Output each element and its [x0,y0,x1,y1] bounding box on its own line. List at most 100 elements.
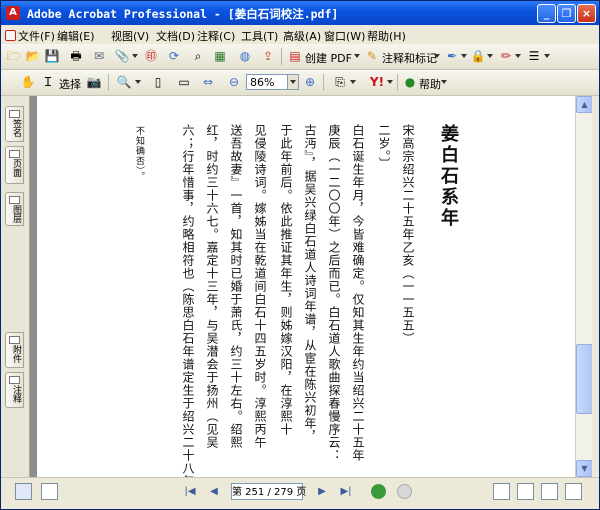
lock-button[interactable]: 🔒 [469,47,487,65]
previous-view-button[interactable] [371,484,386,499]
facing-view-button[interactable] [541,483,558,500]
text-column: 不知确否）。 [134,126,144,182]
email-button[interactable]: ✉ [90,47,108,65]
zoom-dropdown-button[interactable] [287,74,299,90]
open-button[interactable]: 📂 [24,47,42,65]
pane-splitter[interactable] [592,96,599,477]
yahoo-dropdown-arrow[interactable] [387,80,393,84]
hand-tool-button[interactable]: ✋ [19,73,37,91]
create-pdf-label[interactable]: 创建 PDF [305,50,352,66]
zoom-in-icon: ⊕ [304,75,316,89]
tab-pages[interactable]: 页面 [5,146,24,184]
zoom-tool-button[interactable]: 🔍 [115,73,133,91]
tab-comments[interactable]: 注释 [5,372,24,408]
comment-dropdown-arrow[interactable] [434,54,440,58]
menu-window[interactable]: 窗口(W) [324,28,365,44]
menu-tools[interactable]: 工具(T) [241,28,278,44]
text-column: 六；行年惜事，约略相符也（陈思白石年谱定生于绍兴二十八年 [181,124,195,488]
pdf-page[interactable]: 姜白石系年 宋高宗绍兴二十五年乙亥（一一五五） 二岁。〕 白石诞生年月，今皆难确… [37,96,575,488]
next-page-button[interactable]: ▶ [314,484,330,500]
sign-button[interactable]: ✒ [443,47,461,65]
text-column: 送吾故妻』一首，知其时已婚于萧氏，约三十左右。绍熙 [229,124,243,449]
menu-help[interactable]: 帮助(H) [367,28,406,44]
fit-page-icon: ▭ [178,75,190,89]
pen-dropdown-arrow[interactable] [515,54,521,58]
rotate-view-button[interactable]: ⎘ [331,73,349,91]
help-label[interactable]: 帮助 [419,76,441,92]
menu-document[interactable]: 文档(D) [156,28,195,44]
fit-page-button[interactable]: ▭ [175,73,193,91]
lock-dropdown-arrow[interactable] [487,54,493,58]
secure-button[interactable]: ㊞ [142,47,160,65]
zoom-tool-dropdown-arrow[interactable] [135,80,141,84]
previous-page-button[interactable]: ◀ [206,484,222,500]
acrobat-icon[interactable]: A [6,6,20,20]
snapshot-button[interactable]: 📷 [85,73,103,91]
binoculars-icon: ⌕ [194,49,202,63]
chevron-down-icon [290,80,296,84]
window-title: Adobe Acrobat Professional - [姜白石词校注.pdf… [27,7,339,21]
select-tool-icon-button[interactable]: Ｉ [39,73,57,91]
paperclip-icon: 📎 [114,49,130,63]
scroll-down-button[interactable]: ▼ [576,460,593,477]
open-folder-icon: 📂 [25,49,41,63]
create-pdf-from-file-button[interactable]: 🗁 [5,47,23,65]
fit-width-button[interactable]: ⇔ [199,73,217,91]
attach-dropdown-arrow[interactable] [132,54,138,58]
menu-edit[interactable]: 编辑(E) [57,28,95,44]
comment-markup-label[interactable]: 注释和标记 [382,50,437,66]
close-button[interactable]: × [577,4,596,23]
save-icon: 💾 [44,49,60,63]
help-icon-button[interactable]: ● [401,73,419,91]
menu-advanced[interactable]: 高级(A) [283,28,321,44]
tab-attachments[interactable]: 附件 [5,332,24,368]
page-heading: 姜白石系年 [438,124,459,229]
actual-size-button[interactable]: ▯ [149,73,167,91]
create-pdf-icon-button[interactable]: ▤ [286,47,304,65]
review-button[interactable]: ⟳ [165,47,183,65]
page-number-field[interactable]: 第 251 / 279 页 [231,483,306,500]
create-pdf-dropdown-arrow[interactable] [354,54,360,58]
page-thumbnail-icon[interactable] [15,483,32,500]
minimize-button[interactable]: _ [537,4,556,23]
comment-markup-icon-button[interactable]: ✎ [363,47,381,65]
comment-icon: ✎ [366,49,378,63]
organizer-icon: ▦ [214,49,226,63]
save-button[interactable]: 💾 [43,47,61,65]
upload-button[interactable]: ⇪ [259,47,277,65]
zoom-out-button[interactable]: ⊖ [225,73,243,91]
yahoo-toolbar-button[interactable]: Y! [368,73,386,91]
pen-button[interactable]: ✏ [497,47,515,65]
last-page-button[interactable]: ▶| [338,484,354,500]
scroll-thumb[interactable] [576,344,593,414]
menu-file[interactable]: 文件(F) [5,28,55,44]
zoom-percent-field[interactable]: 86% [246,74,288,90]
zoom-in-button[interactable]: ⊕ [301,73,319,91]
sign-dropdown-arrow[interactable] [461,54,467,58]
first-page-button[interactable]: |◀ [182,484,198,500]
single-page-view-button[interactable] [493,483,510,500]
forms-dropdown-arrow[interactable] [544,54,550,58]
forms-button[interactable]: ☰ [525,47,543,65]
scroll-up-button[interactable]: ▲ [576,96,593,113]
continuous-facing-view-button[interactable] [565,483,582,500]
menu-comments[interactable]: 注释(C) [197,28,235,44]
vertical-scrollbar[interactable]: ▲ ▼ [575,96,593,477]
next-view-button[interactable] [397,484,412,499]
select-tool-label[interactable]: 选择 [59,76,81,92]
signature-tab-icon [9,110,20,118]
attach-button[interactable]: 📎 [113,47,131,65]
continuous-view-button[interactable] [517,483,534,500]
restore-button[interactable]: ❐ [557,4,576,23]
tab-signatures[interactable]: 签名 [5,106,24,142]
organizer-button[interactable]: ▦ [211,47,229,65]
tab-layers[interactable]: 图层 [5,192,24,226]
web-button[interactable]: ◍ [236,47,254,65]
document-properties-icon[interactable] [41,483,58,500]
menu-view[interactable]: 视图(V) [111,28,149,44]
rotate-dropdown-arrow[interactable] [350,80,356,84]
text-column: 宋高宗绍兴二十五年乙亥（一一五五） [401,124,415,345]
help-dropdown-arrow[interactable] [441,80,447,84]
print-button[interactable]: 🖶 [67,47,85,65]
search-button[interactable]: ⌕ [189,47,207,65]
